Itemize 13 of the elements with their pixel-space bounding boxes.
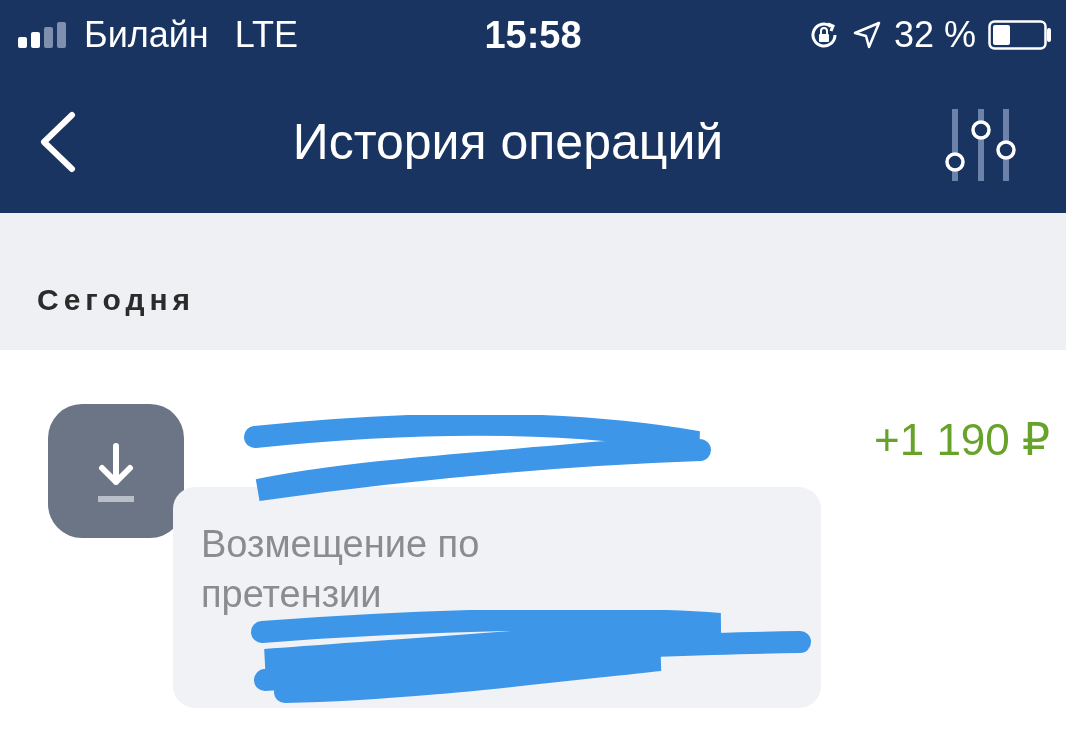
operation-comment: Возмещение по претензии [201, 522, 481, 617]
location-arrow-icon [851, 20, 882, 50]
section-title: Сегодня [37, 282, 196, 317]
operation-row[interactable]: Возмещение по претензии +1 190 ₽ [0, 350, 1066, 708]
status-time: 15:58 [484, 13, 582, 57]
carrier-name: Билайн [84, 14, 209, 56]
network-type: LTE [234, 14, 299, 56]
back-button[interactable] [38, 110, 78, 173]
battery-icon [988, 20, 1054, 50]
download-icon [48, 404, 184, 538]
screen-title: История операций [292, 112, 724, 171]
battery-percent: 32 % [893, 14, 976, 56]
operation-amount: +1 190 ₽ [874, 414, 1051, 466]
